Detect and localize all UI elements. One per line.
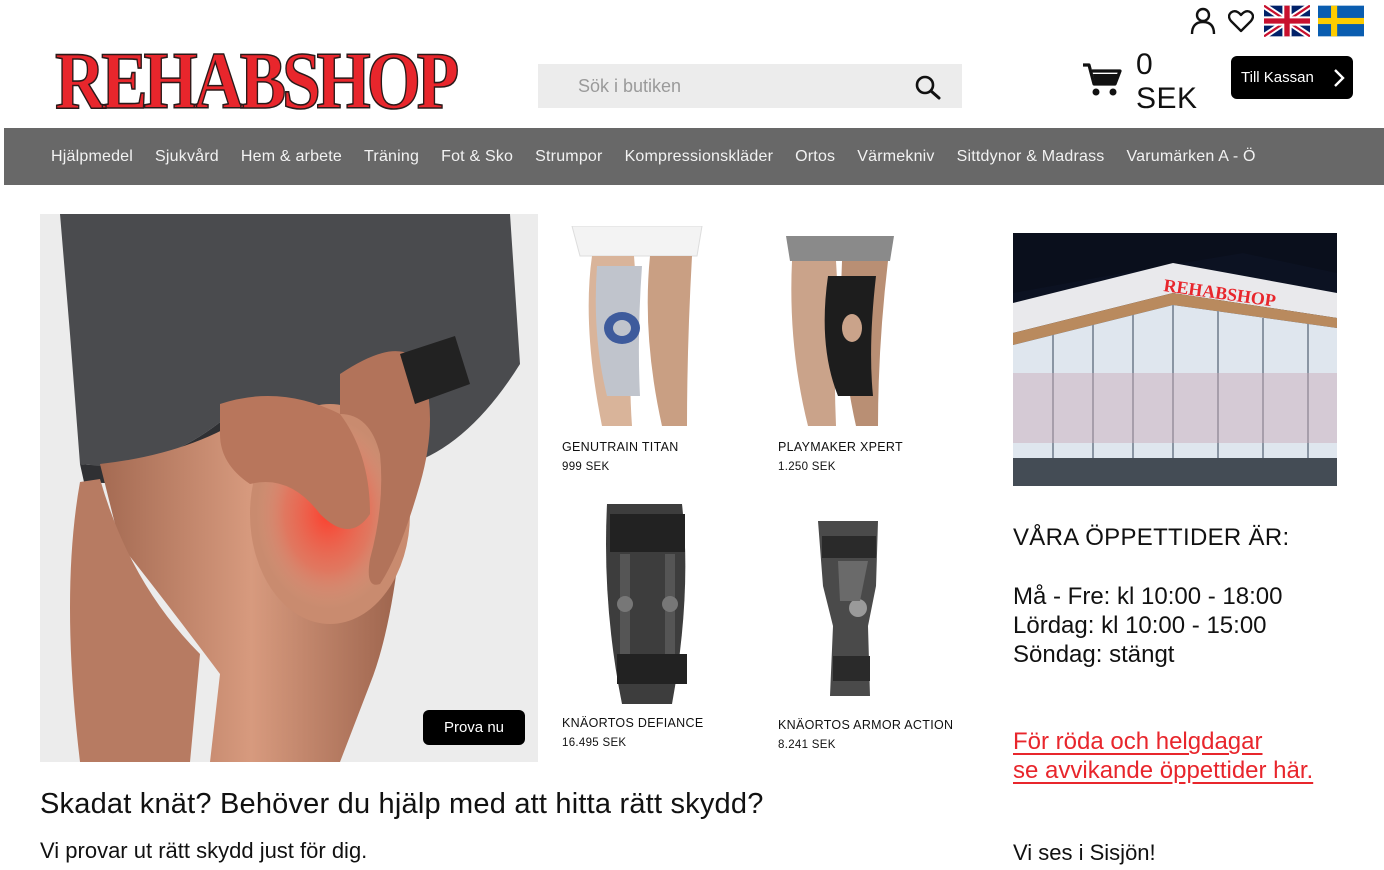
product-name[interactable]: PLAYMAKER XPERT (778, 440, 903, 454)
swedish-flag-icon[interactable] (1318, 5, 1364, 37)
product-card-playmaker-xpert[interactable]: PLAYMAKER XPERT 1.250 SEK (778, 236, 978, 473)
account-icon[interactable] (1188, 6, 1218, 36)
nav-item-sjukvard[interactable]: Sjukvård (155, 148, 219, 166)
product-card-genutrain-titan[interactable]: GENUTRAIN TITAN 999 SEK (562, 226, 762, 473)
see-you-text: Vi ses i Sisjön! (1013, 840, 1156, 865)
rehabshop-logo[interactable]: REHABSHOP (48, 22, 463, 127)
site-header: REHABSHOP Sök i butiken 0 SEK Till Kassa… (0, 0, 1384, 128)
wishlist-heart-icon[interactable] (1226, 6, 1256, 36)
product-price: 1.250 SEK (778, 461, 836, 473)
hours-weekdays: Må - Fre: kl 10:00 - 18:00 (1013, 583, 1283, 610)
hours-sunday: Söndag: stängt (1013, 641, 1175, 668)
search-input[interactable] (538, 64, 908, 108)
hours-saturday: Lördag: kl 10:00 - 15:00 (1013, 612, 1267, 639)
english-flag-icon[interactable] (1264, 5, 1310, 37)
nav-item-varumarken[interactable]: Varumärken A - Ö (1127, 148, 1256, 166)
product-price: 8.241 SEK (778, 739, 836, 751)
search-icon[interactable] (914, 74, 942, 100)
cart-total[interactable]: 0 SEK (1136, 48, 1222, 116)
genutrain-titan-image (562, 226, 712, 426)
nav-item-traning[interactable]: Träning (364, 148, 419, 166)
nav-item-sittdynor-madrass[interactable]: Sittdynor & Madrass (957, 148, 1105, 166)
checkout-button[interactable]: Till Kassan (1231, 56, 1353, 99)
product-name[interactable]: KNÄORTOS DEFIANCE (562, 716, 703, 730)
nav-item-hem-arbete[interactable]: Hem & arbete (241, 148, 342, 166)
main-navigation: Hjälpmedel Sjukvård Hem & arbete Träning… (4, 128, 1384, 185)
product-card-knaortos-armor-action[interactable]: KNÄORTOS ARMOR ACTION 8.241 SEK (778, 516, 978, 751)
knaortos-armor-action-image (778, 516, 898, 702)
checkout-label: Till Kassan (1241, 69, 1314, 86)
cart[interactable]: 0 SEK (1082, 48, 1222, 115)
store-front-image: REHABSHOP (1013, 233, 1337, 486)
product-price: 999 SEK (562, 461, 610, 473)
holiday-hours-link-line-2[interactable]: se avvikande öppettider här. (1013, 757, 1313, 785)
nav-item-varmekniv[interactable]: Värmekniv (857, 148, 934, 166)
top-icons (1188, 4, 1364, 38)
holiday-hours-link-line-1[interactable]: För röda och helgdagar (1013, 728, 1263, 756)
product-name[interactable]: KNÄORTOS ARMOR ACTION (778, 718, 953, 732)
shopping-cart-icon[interactable] (1082, 62, 1122, 103)
hero-subline: Vi provar ut rätt skydd just för dig. (40, 838, 368, 863)
chevron-right-icon (1333, 68, 1345, 92)
knaortos-defiance-image (562, 504, 712, 704)
search-bar (538, 64, 962, 108)
hero-knee-pain-image (40, 214, 538, 762)
playmaker-xpert-image (778, 236, 898, 426)
nav-item-strumpor[interactable]: Strumpor (535, 148, 602, 166)
nav-item-ortos[interactable]: Ortos (795, 148, 835, 166)
product-price: 16.495 SEK (562, 737, 627, 749)
nav-item-kompressionsklader[interactable]: Kompressionskläder (625, 148, 774, 166)
logo-text: REHABSHOP (55, 35, 457, 118)
opening-hours-title: VÅRA ÖPPETTIDER ÄR: (1013, 524, 1290, 551)
nav-item-hjalpmedel[interactable]: Hjälpmedel (51, 148, 133, 166)
try-now-button[interactable]: Prova nu (423, 710, 525, 745)
product-card-knaortos-defiance[interactable]: KNÄORTOS DEFIANCE 16.495 SEK (562, 504, 762, 749)
nav-item-fot-sko[interactable]: Fot & Sko (441, 148, 513, 166)
product-name[interactable]: GENUTRAIN TITAN (562, 440, 679, 454)
hero-banner[interactable]: Prova nu (40, 214, 538, 762)
hero-headline: Skadat knät? Behöver du hjälp med att hi… (40, 788, 764, 820)
